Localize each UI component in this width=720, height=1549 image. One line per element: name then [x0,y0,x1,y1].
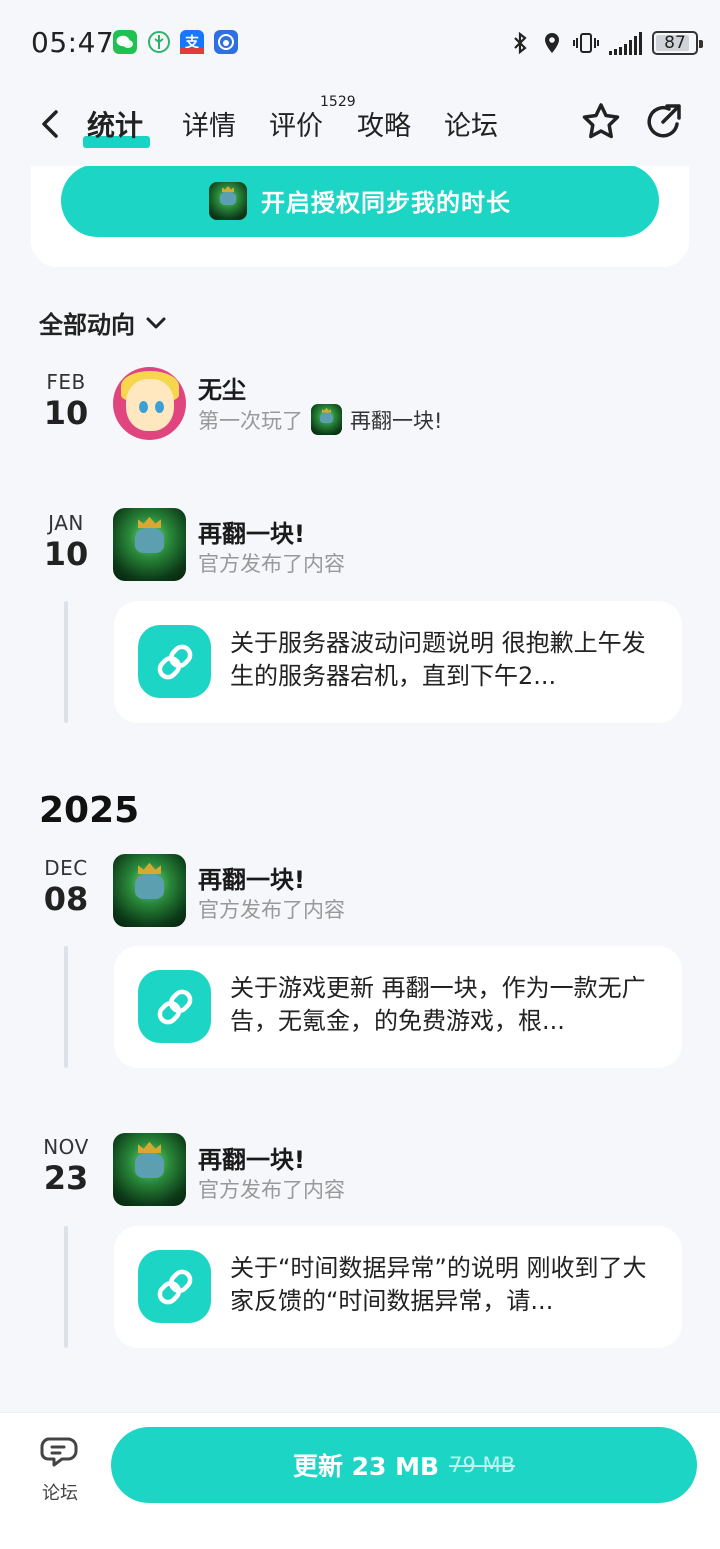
back-icon[interactable] [34,104,68,144]
signal-icon [609,31,642,55]
chat-bubble-icon [40,1437,78,1467]
game-thumbnail[interactable] [113,508,186,581]
sync-playtime-label: 开启授权同步我的时长 [261,189,511,217]
tab-stats[interactable]: 统计 [87,104,143,144]
publish-action: 官方发布了内容 [198,552,345,576]
date-month: FEB [46,370,86,394]
sync-playtime-button[interactable]: 开启授权同步我的时长 [61,164,659,237]
bluetooth-icon [514,31,527,55]
filter-label: 全部动向 [39,311,135,339]
battery-indicator: 87 [652,31,703,55]
alipay-icon: 支 [180,30,204,54]
star-icon[interactable] [579,100,623,144]
chevron-down-icon [146,317,166,328]
date-day: 08 [43,880,89,918]
date-day: 10 [43,394,89,432]
status-bar: 05:47 支 87 [0,0,720,86]
link-icon [138,1250,211,1323]
battery-text: 87 [664,33,686,53]
top-nav: 统计 详情 评价 1529 攻略 论坛 [0,86,720,166]
blue-app-icon [214,30,238,54]
post-text: 关于“时间数据异常”的说明 刚收到了大家反馈的“时间数据异常，请... [230,1254,647,1315]
post-card[interactable]: 关于服务器波动问题说明 很抱歉上午发生的服务器宕机，直到下午2... [114,601,682,723]
timeline-rail [64,601,68,723]
post-card[interactable]: 关于“时间数据异常”的说明 刚收到了大家反馈的“时间数据异常，请... [114,1226,682,1348]
game-icon [209,181,247,220]
link-icon [138,625,211,698]
tab-reviews[interactable]: 评价 [269,104,323,143]
review-count-badge: 1529 [320,94,356,110]
date-label: FEB 10 [36,370,96,432]
game-name[interactable]: 再翻一块! [350,405,442,435]
avatar[interactable] [113,367,186,440]
publisher-name[interactable]: 再翻一块! [198,514,305,549]
post-text: 关于游戏更新 再翻一块，作为一款无广告，无氪金，的免费游戏，根... [230,974,646,1035]
link-icon [138,970,211,1043]
game-icon [311,404,342,435]
year-heading: 2025 [39,790,140,831]
activity-action: 第一次玩了 [198,408,303,433]
post-text: 关于服务器波动问题说明 很抱歉上午发生的服务器宕机，直到下午2... [230,629,646,690]
date-month: NOV [43,1135,89,1159]
date-day: 10 [43,535,89,573]
publish-action: 官方发布了内容 [198,1178,345,1202]
publisher-name[interactable]: 再翻一块! [198,1140,305,1175]
leaf-app-icon [147,30,171,54]
location-icon [545,33,559,53]
user-name[interactable]: 无尘 [198,370,246,405]
forum-label: 论坛 [42,1483,78,1504]
activity-text: 第一次玩了 再翻一块! [198,404,442,435]
activity-filter[interactable]: 全部动向 [39,305,167,340]
date-month: JAN [48,511,84,535]
tab-guides[interactable]: 攻略 [357,104,411,143]
status-time: 05:47 [31,26,115,59]
original-size: 79 MB [449,1453,516,1477]
update-button[interactable]: 更新 23 MB 79 MB [111,1427,697,1503]
date-label: DEC 08 [36,856,96,918]
update-label: 更新 23 MB [292,1452,440,1481]
game-thumbnail[interactable] [113,1133,186,1206]
tab-forum[interactable]: 论坛 [444,104,498,143]
publisher-name[interactable]: 再翻一块! [198,860,305,895]
forum-button[interactable]: 论坛 [30,1433,90,1513]
auth-card: 开启授权同步我的时长 [31,150,689,267]
tab-details[interactable]: 详情 [182,104,236,143]
date-label: NOV 23 [36,1135,96,1197]
wechat-icon [113,30,137,54]
share-icon[interactable] [641,100,685,144]
date-label: JAN 10 [36,511,96,573]
post-card[interactable]: 关于游戏更新 再翻一块，作为一款无广告，无氪金，的免费游戏，根... [114,946,682,1068]
bottom-bar: 论坛 更新 23 MB 79 MB [0,1412,720,1549]
timeline-rail [64,1226,68,1348]
publish-action: 官方发布了内容 [198,898,345,922]
date-day: 23 [43,1159,89,1197]
timeline-rail [64,946,68,1068]
vibrate-icon [573,33,599,53]
date-month: DEC [44,856,88,880]
game-thumbnail[interactable] [113,854,186,927]
